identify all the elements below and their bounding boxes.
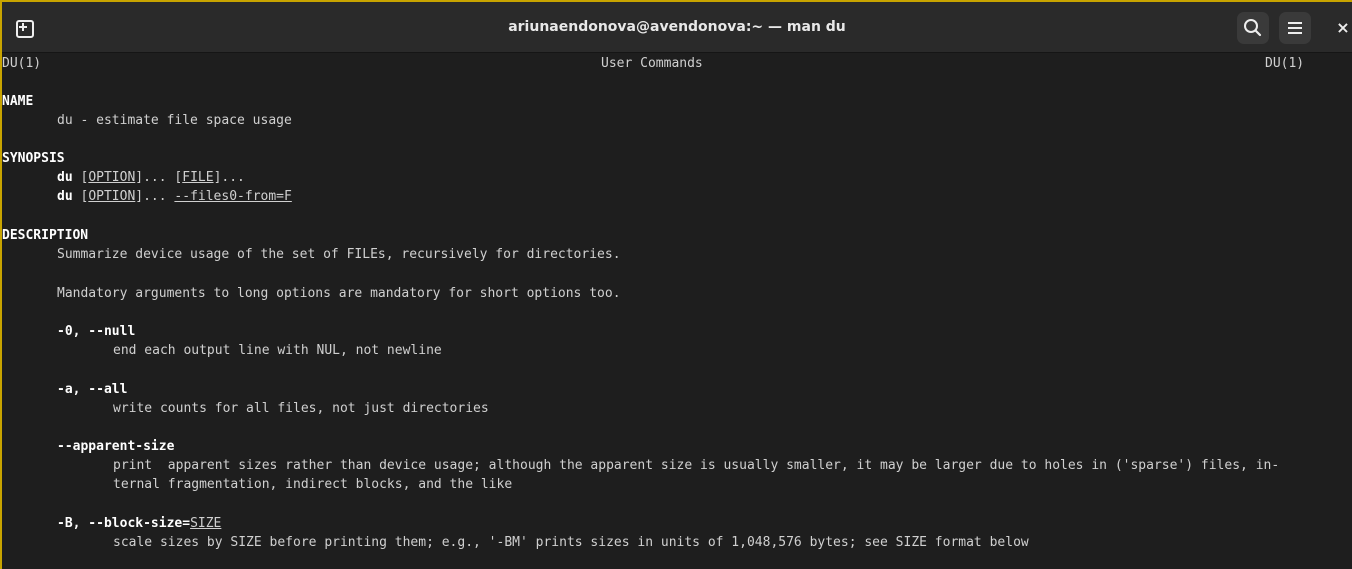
menu-button[interactable]	[1279, 12, 1311, 44]
description-paragraph-1: Summarize device usage of the set of FIL…	[57, 247, 621, 262]
synopsis-option: OPTION	[88, 189, 136, 204]
synopsis-line-1: du [OPTION]... [FILE]...	[57, 170, 245, 185]
titlebar: ariunaendonova@avendonova:~ — man du ×	[2, 2, 1352, 53]
hamburger-menu-icon	[1288, 22, 1302, 34]
option-apparent-size: --apparent-size	[57, 439, 175, 454]
man-header-right: DU(1)	[1265, 56, 1305, 71]
man-header-left: DU(1)	[2, 56, 42, 71]
search-icon	[1244, 19, 1262, 37]
synopsis-line-2: du [OPTION]... --files0-from=F	[57, 189, 292, 204]
window-title: ariunaendonova@avendonova:~ — man du	[508, 19, 846, 35]
option-null-description: end each output line with NUL, not newli…	[113, 343, 442, 358]
synopsis-command: du	[57, 189, 73, 204]
new-tab-icon	[16, 20, 34, 38]
option-apparent-size-description-2: ternal fragmentation, indirect blocks, a…	[113, 477, 513, 492]
option-block-size-arg: SIZE	[190, 516, 222, 531]
close-button[interactable]: ×	[1332, 16, 1352, 40]
terminal-content[interactable]: DU(1) User Commands DU(1) NAME du - esti…	[2, 53, 1352, 569]
synopsis-option: OPTION	[88, 170, 136, 185]
new-tab-button[interactable]	[8, 12, 40, 44]
section-heading-synopsis: SYNOPSIS	[2, 151, 65, 166]
synopsis-file: FILE	[182, 170, 214, 185]
option-null: -0, --null	[57, 324, 136, 339]
option-all: -a, --all	[57, 382, 128, 397]
option-block-size-flag: -B, --block-size=	[57, 516, 191, 531]
option-apparent-size-description-1: print apparent sizes rather than device …	[113, 458, 1280, 473]
option-block-size-description: scale sizes by SIZE before printing them…	[113, 535, 1029, 550]
synopsis-command: du	[57, 170, 73, 185]
synopsis-files0-from: --files0-from=F	[174, 189, 292, 204]
man-header-center: User Commands	[601, 56, 703, 71]
search-button[interactable]	[1237, 12, 1269, 44]
option-block-size: -B, --block-size=SIZE	[57, 514, 221, 533]
section-heading-description: DESCRIPTION	[2, 228, 89, 243]
name-text: du - estimate file space usage	[57, 113, 292, 128]
terminal-window: ariunaendonova@avendonova:~ — man du × D…	[0, 0, 1352, 569]
section-heading-name: NAME	[2, 94, 34, 109]
description-paragraph-2: Mandatory arguments to long options are …	[57, 286, 621, 301]
option-all-description: write counts for all files, not just dir…	[113, 401, 489, 416]
